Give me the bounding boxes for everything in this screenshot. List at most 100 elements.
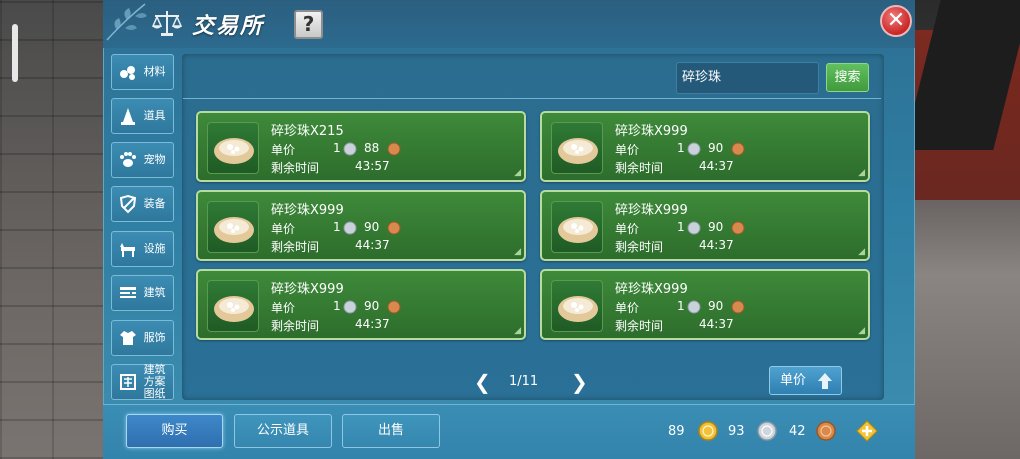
price-label: 单价 (271, 222, 296, 236)
copper-coin-icon (816, 421, 836, 441)
next-page-button[interactable]: ❯ (571, 371, 588, 393)
building-icon (116, 281, 140, 305)
tab-buy[interactable]: 购买 (126, 414, 223, 448)
item-name: 碎珍珠X999 (615, 124, 688, 139)
listing-card[interactable]: 碎珍珠X999 单价 1 90 剩余时间 44:37 ◢ (196, 190, 526, 261)
remaining-time: 44:37 (355, 238, 390, 252)
add-currency-button[interactable] (856, 420, 878, 442)
sort-by-price-button[interactable]: 单价 (769, 366, 842, 395)
silver-amount: 93 (728, 424, 745, 439)
sort-label: 单价 (780, 373, 807, 388)
help-button[interactable]: ? (294, 10, 323, 39)
category-sidebar: 材料 道具 宠物 装备 设施 建筑 服饰 建筑方案图纸 (111, 54, 175, 400)
price-label: 单价 (615, 301, 640, 315)
materials-icon (116, 60, 140, 84)
sidebar-item-equipment[interactable]: 装备 (111, 186, 174, 222)
sidebar-item-label: 材料 (143, 65, 166, 78)
sidebar-item-clothing[interactable]: 服饰 (111, 320, 174, 356)
silver-coin-icon (343, 221, 357, 235)
clothing-icon (116, 326, 140, 350)
item-name: 碎珍珠X999 (615, 203, 688, 218)
gold-amount: 89 (668, 424, 685, 439)
item-name: 碎珍珠X999 (271, 203, 344, 218)
corner-mark-icon: ◢ (858, 247, 865, 257)
facility-icon (116, 237, 140, 261)
title-bar: 交易所 ? (103, 0, 915, 48)
listing-card[interactable]: 碎珍珠X999 单价 1 90 剩余时间 44:37 ◢ (540, 190, 870, 261)
copper-coin-icon (731, 300, 745, 314)
price-label: 单价 (615, 222, 640, 236)
pearl-shell-icon (207, 201, 259, 253)
corner-mark-icon: ◢ (858, 168, 865, 178)
corner-mark-icon: ◢ (514, 247, 521, 257)
tab-sell[interactable]: 出售 (342, 414, 440, 448)
item-name: 碎珍珠X215 (271, 124, 344, 139)
pearl-shell-icon (551, 201, 603, 253)
leaf-decoration-icon (106, 3, 147, 41)
copper-amount: 42 (789, 424, 806, 439)
time-label: 剩余时间 (271, 319, 320, 333)
remaining-time: 44:37 (699, 238, 734, 252)
close-button[interactable]: ✕ (880, 5, 912, 37)
time-label: 剩余时间 (615, 161, 664, 175)
pearl-shell-icon (551, 280, 603, 332)
price-silver: 1 (333, 299, 341, 313)
prev-page-button[interactable]: ❮ (474, 371, 491, 393)
remaining-time: 43:57 (355, 159, 390, 173)
price-silver: 1 (333, 141, 341, 155)
sidebar-item-materials[interactable]: 材料 (111, 54, 174, 90)
copper-coin-icon (731, 142, 745, 156)
search-button[interactable]: 搜索 (826, 63, 869, 92)
silver-coin-icon (687, 221, 701, 235)
silver-coin-icon (687, 142, 701, 156)
price-copper: 90 (708, 299, 724, 313)
sidebar-item-label: 宠物 (143, 153, 166, 166)
price-silver: 1 (677, 220, 685, 234)
blueprint-icon (116, 370, 140, 394)
item-name: 碎珍珠X999 (615, 282, 688, 297)
search-input[interactable]: 碎珍珠 (676, 62, 819, 94)
time-label: 剩余时间 (271, 161, 320, 175)
copper-coin-icon (387, 142, 401, 156)
silver-coin-icon (757, 421, 777, 441)
page-title: 交易所 (192, 14, 265, 39)
pet-icon (116, 148, 140, 172)
listing-card[interactable]: 碎珍珠X999 单价 1 90 剩余时间 44:37 ◢ (540, 111, 870, 182)
price-label: 单价 (615, 143, 640, 157)
time-label: 剩余时间 (615, 240, 664, 254)
sidebar-item-facility[interactable]: 设施 (111, 231, 174, 267)
sidebar-item-label: 设施 (143, 242, 166, 255)
edge-swipe-handle[interactable] (12, 24, 18, 82)
sidebar-item-blueprint[interactable]: 建筑方案图纸 (111, 364, 174, 400)
price-label: 单价 (271, 143, 296, 157)
listing-card[interactable]: 碎珍珠X999 单价 1 90 剩余时间 44:37 ◢ (196, 269, 526, 340)
sidebar-item-label: 道具 (143, 109, 166, 122)
sidebar-item-building[interactable]: 建筑 (111, 275, 174, 311)
sort-up-arrow-icon (818, 373, 832, 389)
price-label: 单价 (271, 301, 296, 315)
silver-coin-icon (687, 300, 701, 314)
sidebar-item-label: 服饰 (143, 331, 166, 344)
listing-card[interactable]: 碎珍珠X215 单价 1 88 剩余时间 43:57 ◢ (196, 111, 526, 182)
corner-mark-icon: ◢ (514, 168, 521, 178)
sidebar-item-pet[interactable]: 宠物 (111, 142, 174, 178)
panel-divider (183, 98, 881, 99)
sidebar-item-label: 装备 (143, 197, 166, 210)
remaining-time: 44:37 (699, 317, 734, 331)
sidebar-item-props[interactable]: 道具 (111, 98, 174, 134)
pearl-shell-icon (207, 122, 259, 174)
tab-public-items[interactable]: 公示道具 (234, 414, 332, 448)
copper-coin-icon (387, 221, 401, 235)
pearl-shell-icon (207, 280, 259, 332)
price-copper: 90 (708, 220, 724, 234)
listing-card[interactable]: 碎珍珠X999 单价 1 90 剩余时间 44:37 ◢ (540, 269, 870, 340)
price-silver: 1 (677, 299, 685, 313)
price-silver: 1 (677, 141, 685, 155)
scale-icon (151, 11, 183, 36)
time-label: 剩余时间 (271, 240, 320, 254)
price-copper: 90 (708, 141, 724, 155)
sidebar-item-label: 建筑 (143, 286, 166, 299)
time-label: 剩余时间 (615, 319, 664, 333)
item-name: 碎珍珠X999 (271, 282, 344, 297)
sidebar-item-label: 建筑方案图纸 (143, 363, 166, 400)
